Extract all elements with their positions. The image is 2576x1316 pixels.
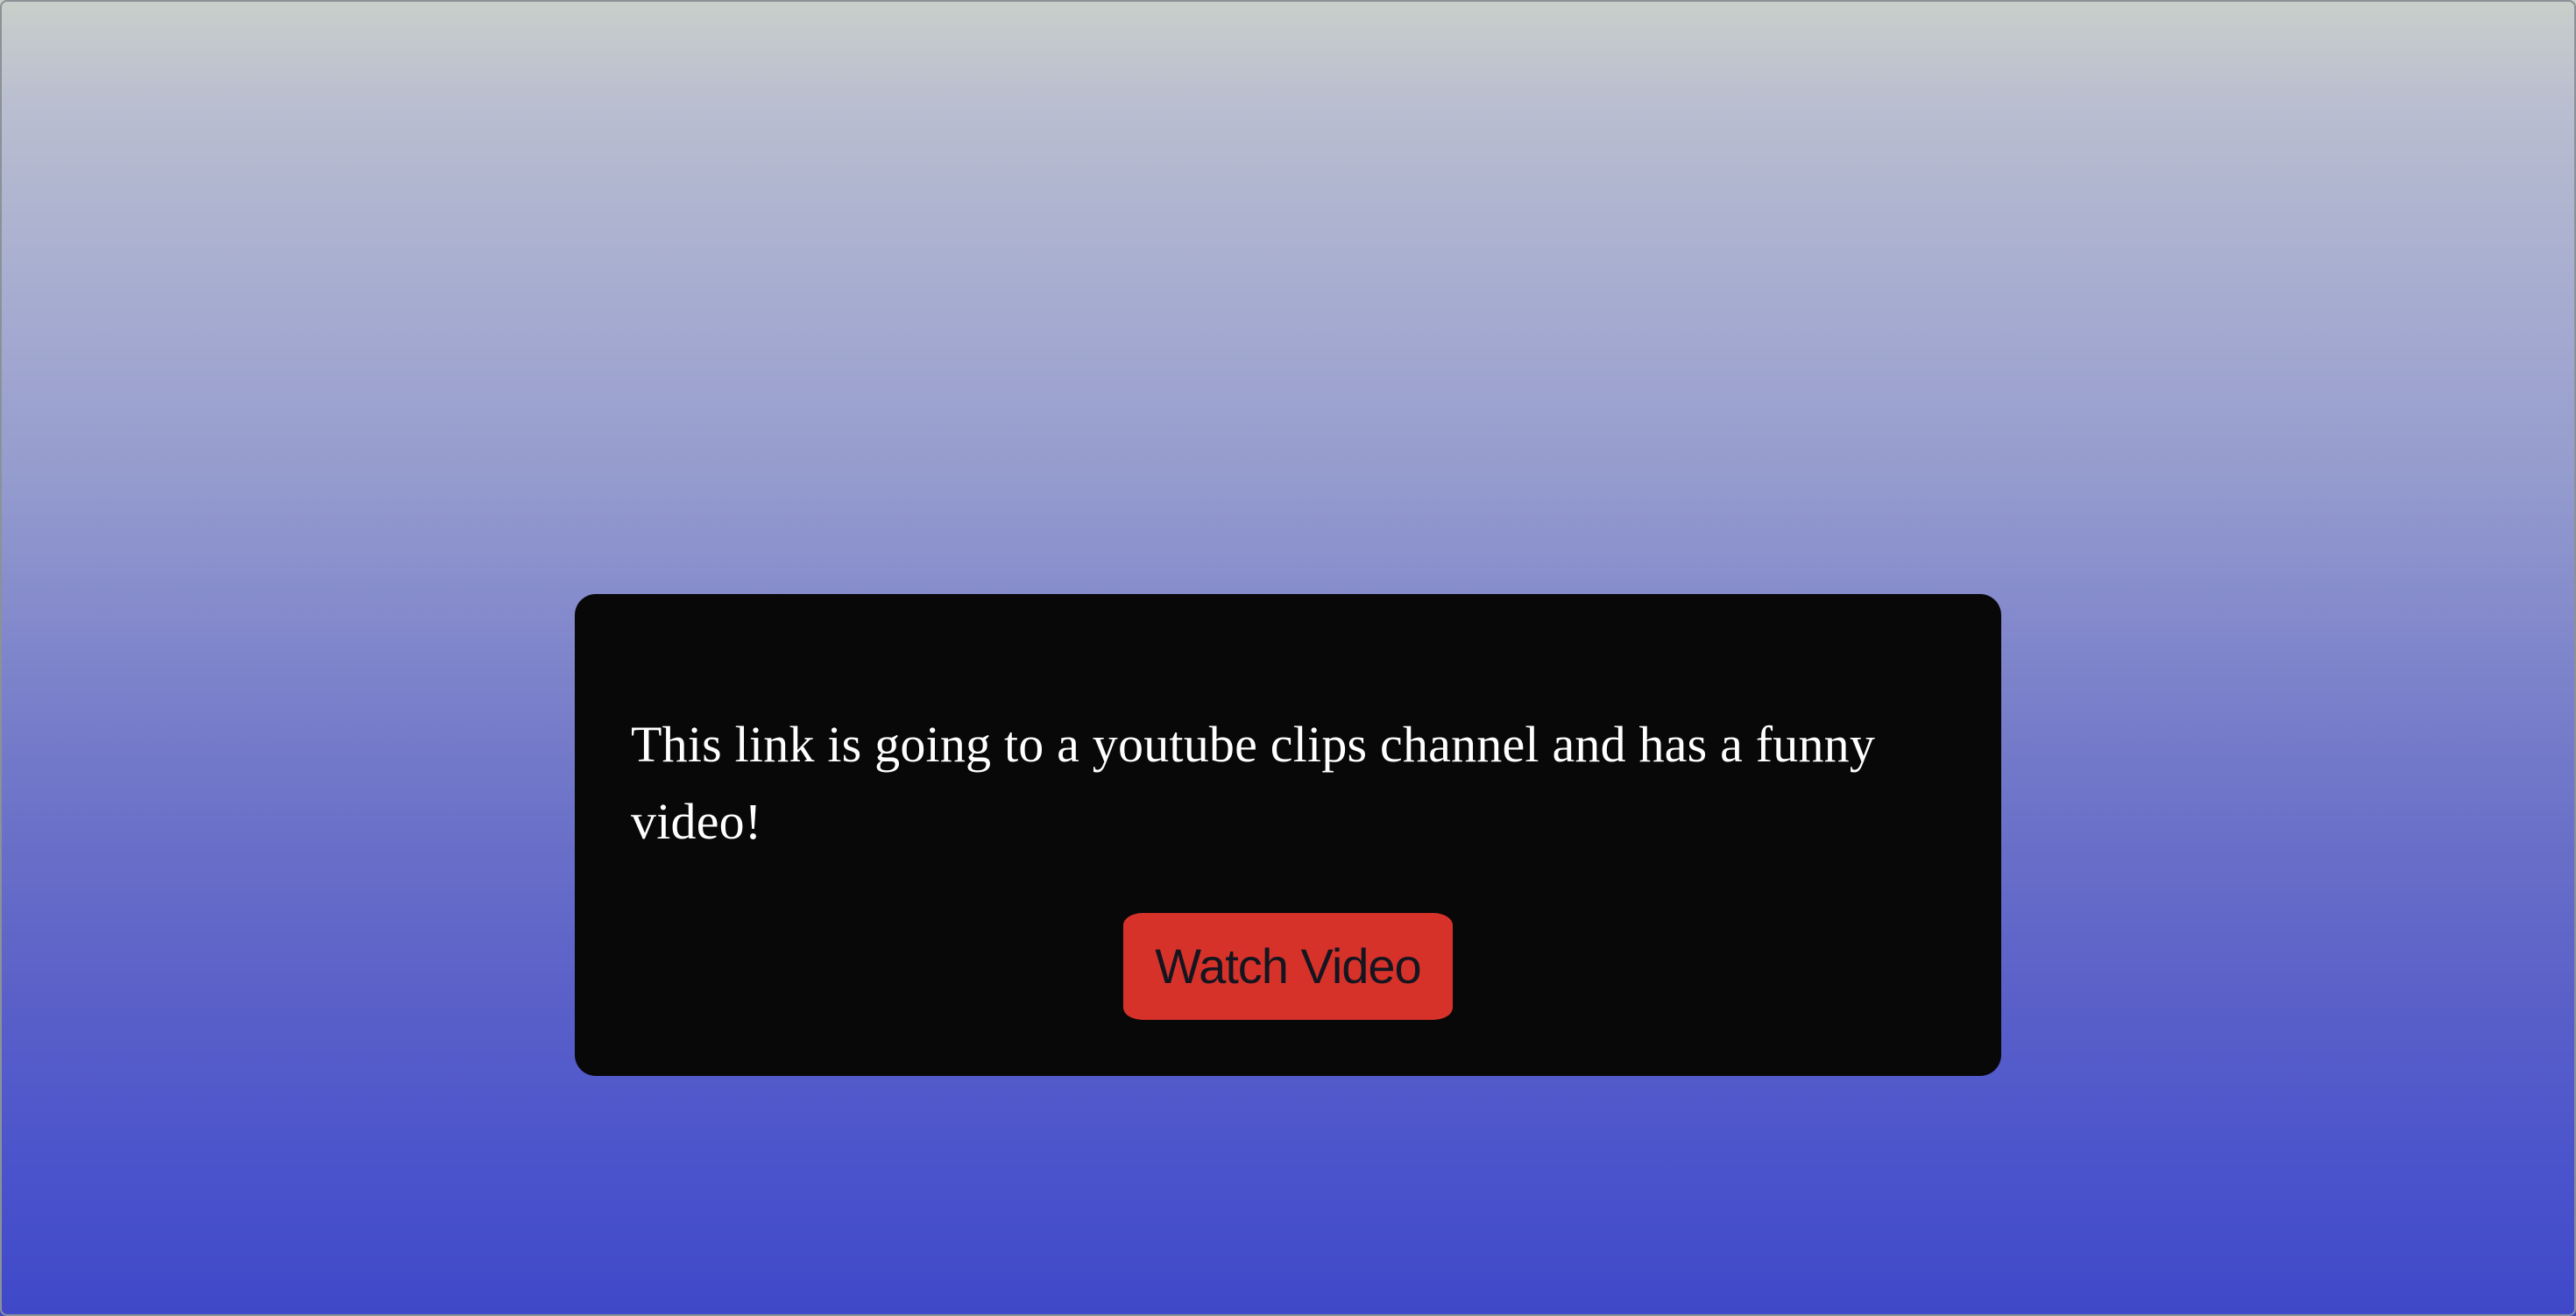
link-description: This link is going to a youtube clips ch… — [631, 716, 1876, 850]
link-card: This link is going to a youtube clips ch… — [575, 594, 2001, 1076]
watch-video-button[interactable]: Watch Video — [1123, 913, 1453, 1020]
